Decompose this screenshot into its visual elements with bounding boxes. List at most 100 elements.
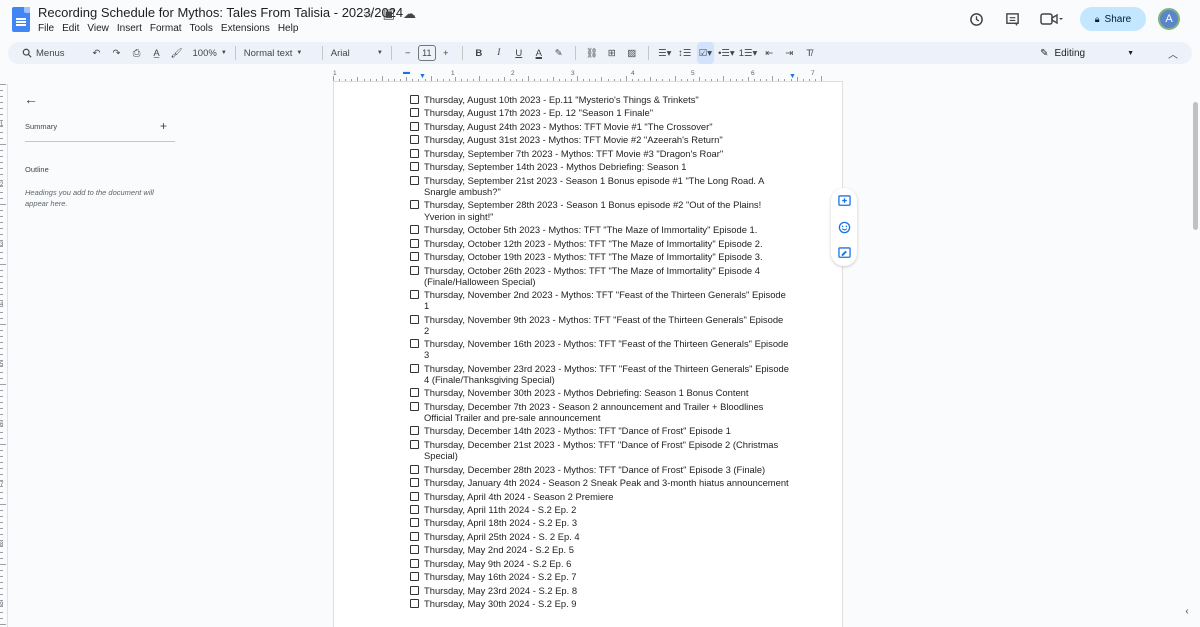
italic-button[interactable]: I <box>491 42 507 64</box>
checklist-item[interactable]: Thursday, December 7th 2023 - Season 2 a… <box>410 401 790 423</box>
bold-button[interactable]: B <box>471 42 487 64</box>
print-icon[interactable]: ⎙ <box>129 42 145 64</box>
checklist-item[interactable]: Thursday, November 23rd 2023 - Mythos: T… <box>410 363 790 385</box>
insert-link-icon[interactable]: ⛓︎ <box>584 42 600 64</box>
checklist-item[interactable]: Thursday, September 14th 2023 - Mythos D… <box>410 161 790 172</box>
checkbox[interactable] <box>410 363 419 373</box>
checklist-item[interactable]: Thursday, April 18th 2024 - S.2 Ep. 3 <box>410 517 790 528</box>
checklist-item[interactable]: Thursday, December 28th 2023 - Mythos: T… <box>410 464 790 475</box>
checkbox[interactable] <box>410 175 419 185</box>
text-color-button[interactable]: A <box>531 42 547 64</box>
meet-icon[interactable] <box>1038 9 1066 29</box>
checkbox[interactable] <box>410 148 419 158</box>
checklist-item[interactable]: Thursday, May 9th 2024 - S.2 Ep. 6 <box>410 558 790 569</box>
clear-formatting-icon[interactable]: T̸ <box>801 42 817 64</box>
vertical-scrollbar[interactable] <box>1190 82 1200 627</box>
checkbox[interactable] <box>410 464 419 474</box>
checklist-item[interactable]: Thursday, November 16th 2023 - Mythos: T… <box>410 338 790 360</box>
checklist-item[interactable]: Thursday, August 10th 2023 - Ep.11 "Myst… <box>410 94 790 105</box>
vertical-ruler[interactable]: 1 2 3 4 5 6 7 8 9 <box>0 84 8 627</box>
undo-icon[interactable]: ↶ <box>89 42 105 64</box>
checklist-item[interactable]: Thursday, April 4th 2024 - Season 2 Prem… <box>410 491 790 502</box>
checkbox[interactable] <box>410 401 419 411</box>
checklist-item[interactable]: Thursday, April 25th 2024 - S. 2 Ep. 4 <box>410 531 790 542</box>
menu-extensions[interactable]: Extensions <box>221 22 275 35</box>
checklist-icon[interactable]: ☑▾ <box>696 42 715 64</box>
collapse-menus-icon[interactable]: ︿ <box>1168 42 1178 64</box>
checklist-item[interactable]: Thursday, August 17th 2023 - Ep. 12 "Sea… <box>410 107 790 118</box>
editing-mode-select[interactable]: ✎ Editing ▼ <box>1040 42 1134 64</box>
right-indent-marker[interactable]: ▼ <box>789 73 796 80</box>
checkbox[interactable] <box>410 135 419 145</box>
checkbox[interactable] <box>410 290 419 300</box>
scrollbar-thumb[interactable] <box>1193 102 1198 230</box>
checklist-item[interactable]: Thursday, April 11th 2024 - S.2 Ep. 2 <box>410 504 790 515</box>
checklist-item[interactable]: Thursday, October 19th 2023 - Mythos: TF… <box>410 251 790 262</box>
checkbox[interactable] <box>410 314 419 324</box>
font-size-input[interactable]: 11 <box>417 45 436 61</box>
horizontal-ruler[interactable]: 1 1 2 3 4 5 6 7 ▬ ▼ ▼ <box>333 69 843 82</box>
checklist-item[interactable]: Thursday, November 2nd 2023 - Mythos: TF… <box>410 289 790 311</box>
add-comment-icon[interactable]: ⊞ <box>604 42 620 64</box>
checklist-item[interactable]: Thursday, September 21st 2023 - Season 1… <box>410 175 790 197</box>
checkbox[interactable] <box>410 491 419 501</box>
checklist-item[interactable]: Thursday, May 30th 2024 - S.2 Ep. 9 <box>410 598 790 609</box>
left-indent-marker[interactable]: ▼ <box>419 73 426 80</box>
search-menus-button[interactable]: Menus <box>14 44 73 62</box>
checkbox[interactable] <box>410 585 419 595</box>
checklist-item[interactable]: Thursday, September 28th 2023 - Season 1… <box>410 199 790 222</box>
checklist-item[interactable]: Thursday, October 26th 2023 - Mythos: TF… <box>410 265 790 287</box>
checkbox[interactable] <box>410 572 419 582</box>
checklist-item[interactable]: Thursday, October 5th 2023 - Mythos: TFT… <box>410 224 790 235</box>
move-folder-icon[interactable]: ▣ <box>383 6 395 22</box>
insert-image-icon[interactable]: ▨ <box>624 42 640 64</box>
add-comment-icon[interactable] <box>837 194 851 208</box>
checklist-item[interactable]: Thursday, December 21st 2023 - Mythos: T… <box>410 439 790 461</box>
checkbox[interactable] <box>410 238 419 248</box>
checklist-item[interactable]: Thursday, January 4th 2024 - Season 2 Sn… <box>410 477 790 488</box>
highlight-icon[interactable]: ✎ <box>551 42 567 64</box>
document-page[interactable]: Thursday, August 10th 2023 - Ep.11 "Myst… <box>333 82 843 627</box>
increase-indent-icon[interactable]: ⇥ <box>781 42 797 64</box>
checkbox[interactable] <box>410 162 419 172</box>
close-outline-icon[interactable]: ← <box>24 91 38 107</box>
checkbox[interactable] <box>410 531 419 541</box>
add-summary-icon[interactable]: + <box>160 119 167 133</box>
document-title[interactable]: Recording Schedule for Mythos: Tales Fro… <box>38 5 403 20</box>
version-history-icon[interactable] <box>966 9 986 29</box>
checklist-item[interactable]: Thursday, November 30th 2023 - Mythos De… <box>410 387 790 398</box>
checklist-item[interactable]: Thursday, May 23rd 2024 - S.2 Ep. 8 <box>410 585 790 596</box>
checkbox[interactable] <box>410 121 419 131</box>
share-button[interactable]: 🔒︎ Share <box>1080 7 1146 31</box>
menu-file[interactable]: File <box>38 22 59 35</box>
checklist-item[interactable]: Thursday, August 31st 2023 - Mythos: TFT… <box>410 134 790 145</box>
checklist-item[interactable]: Thursday, August 24th 2023 - Mythos: TFT… <box>410 121 790 132</box>
underline-button[interactable]: U <box>511 42 527 64</box>
redo-icon[interactable]: ↷ <box>109 42 125 64</box>
emoji-reaction-icon[interactable] <box>837 220 851 234</box>
checkbox[interactable] <box>410 388 419 398</box>
font-select[interactable]: Arial ▼ <box>331 42 383 64</box>
style-select[interactable]: Normal text ▼ <box>244 42 314 64</box>
checkbox[interactable] <box>410 439 419 449</box>
zoom-select[interactable]: 100% ▼ <box>193 42 227 64</box>
menu-view[interactable]: View <box>87 22 114 35</box>
menu-insert[interactable]: Insert <box>117 22 147 35</box>
line-spacing-icon[interactable]: ↕☰ <box>677 42 693 64</box>
checkbox[interactable] <box>410 200 419 210</box>
checklist-item[interactable]: Thursday, May 16th 2024 - S.2 Ep. 7 <box>410 571 790 582</box>
star-icon[interactable]: ☆ <box>363 6 375 22</box>
docs-logo-icon[interactable] <box>12 7 30 32</box>
paint-format-icon[interactable]: 🖌︎ <box>169 42 185 64</box>
spellcheck-icon[interactable]: A̲ <box>149 42 165 64</box>
checkbox[interactable] <box>410 558 419 568</box>
checkbox[interactable] <box>410 252 419 262</box>
decrease-font-size-button[interactable]: − <box>400 42 416 64</box>
increase-font-size-button[interactable]: + <box>438 42 454 64</box>
checkbox[interactable] <box>410 504 419 514</box>
menu-edit[interactable]: Edit <box>62 22 84 35</box>
checkbox[interactable] <box>410 478 419 488</box>
account-avatar[interactable]: A <box>1158 8 1180 30</box>
checklist-item[interactable]: Thursday, September 7th 2023 - Mythos: T… <box>410 148 790 159</box>
checkbox[interactable] <box>410 108 419 118</box>
